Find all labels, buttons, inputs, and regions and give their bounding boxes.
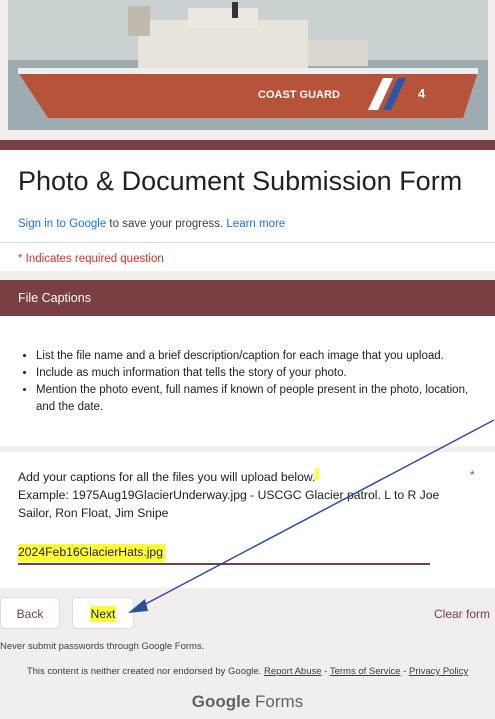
description-list: List the file name and a brief descripti… bbox=[36, 348, 484, 416]
question-text: Add your captions for all the files you … bbox=[18, 468, 448, 522]
password-warning: Never submit passwords through Google Fo… bbox=[0, 641, 205, 652]
description-item: List the file name and a brief descripti… bbox=[36, 348, 484, 365]
signin-link[interactable]: Sign in to Google bbox=[18, 218, 106, 230]
report-abuse-link[interactable]: Report Abuse bbox=[264, 666, 322, 677]
description-item: Include as much information that tells t… bbox=[36, 365, 484, 382]
answer-underline bbox=[18, 563, 430, 565]
google-wordmark: Google bbox=[191, 692, 251, 711]
section-header: File Captions bbox=[0, 280, 495, 316]
forms-wordmark: Forms bbox=[250, 692, 304, 711]
description-item: Mention the photo event, full names if k… bbox=[36, 382, 484, 416]
divider bbox=[0, 242, 495, 243]
question-example: Example: 1975Aug19GlacierUnderway.jpg - … bbox=[18, 488, 440, 520]
form-header-card: Photo & Document Submission Form Sign in… bbox=[0, 140, 495, 271]
question-card: Add your captions for all the files you … bbox=[0, 452, 495, 588]
footer-separator: - bbox=[400, 666, 410, 677]
privacy-link[interactable]: Privacy Policy bbox=[409, 666, 468, 677]
required-note: * Indicates required question bbox=[18, 253, 164, 265]
back-button[interactable]: Back bbox=[0, 597, 60, 629]
text-highlight-mark bbox=[315, 468, 320, 480]
section-description-card: List the file name and a brief descripti… bbox=[0, 316, 495, 446]
next-button[interactable]: Next bbox=[72, 597, 134, 629]
caption-answer-input[interactable]: 2024Feb16GlacierHats.jpg bbox=[18, 544, 165, 562]
terms-link[interactable]: Terms of Service bbox=[330, 666, 401, 677]
hull-number: 4 bbox=[418, 86, 426, 101]
hull-text: COAST GUARD bbox=[258, 89, 340, 101]
footer-disclaimer: This content is neither created nor endo… bbox=[0, 666, 495, 677]
form-title: Photo & Document Submission Form bbox=[18, 166, 463, 196]
signin-text: to save your progress. bbox=[106, 218, 227, 230]
footer-separator: - bbox=[321, 666, 330, 677]
learn-more-link[interactable]: Learn more bbox=[226, 218, 285, 230]
question-prompt: Add your captions for all the files you … bbox=[18, 470, 316, 484]
disclaimer-text: This content is neither created nor endo… bbox=[26, 666, 264, 677]
header-banner-image: COAST GUARD 4 bbox=[8, 0, 488, 130]
signin-note: Sign in to Google to save your progress.… bbox=[18, 218, 285, 230]
clear-form-link[interactable]: Clear form bbox=[434, 607, 490, 621]
required-asterisk: * bbox=[470, 468, 475, 482]
next-button-label: Next bbox=[89, 606, 117, 622]
google-forms-logo[interactable]: Google Forms bbox=[0, 692, 495, 712]
